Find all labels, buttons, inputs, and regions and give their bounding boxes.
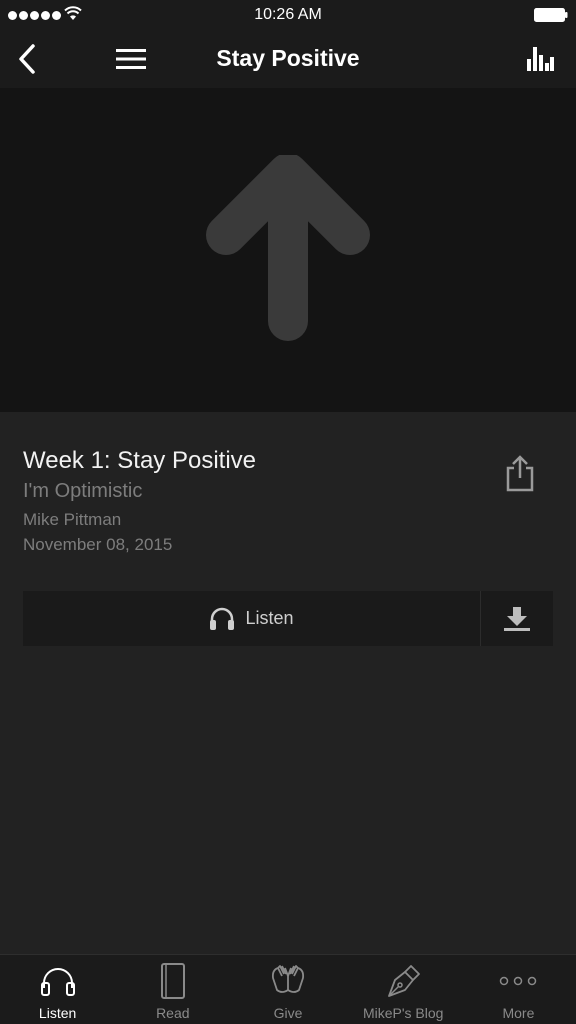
hamburger-menu-icon[interactable] [116, 47, 146, 71]
tab-label: More [502, 1005, 535, 1021]
headphones-icon [210, 607, 235, 630]
status-time: 10:26 AM [254, 6, 322, 23]
download-icon [504, 606, 530, 631]
more-dots-icon [500, 976, 537, 986]
back-chevron-icon[interactable] [14, 42, 40, 76]
episode-details: Week 1: Stay Positive I'm Optimistic Mik… [0, 412, 576, 592]
episode-date: November 08, 2015 [23, 535, 173, 554]
listen-button-label: Listen [245, 608, 294, 628]
action-row: Listen [23, 591, 553, 646]
tab-label: Listen [38, 1005, 77, 1021]
episode-speaker: Mike Pittman [23, 510, 122, 529]
tab-read[interactable]: Read [115, 955, 230, 1024]
episode-artwork [0, 88, 576, 412]
tab-label: Give [273, 1005, 303, 1021]
episode-subtitle: I'm Optimistic [23, 480, 143, 502]
navigation-bar: Stay Positive [0, 30, 576, 88]
page-title: Stay Positive [216, 45, 360, 71]
episode-title: Week 1: Stay Positive [23, 447, 256, 474]
tab-give[interactable]: Give [230, 955, 345, 1024]
status-bar: 10:26 AM [0, 0, 576, 30]
battery-icon [534, 8, 568, 22]
book-icon [160, 963, 185, 999]
tab-bar: Listen Read Give MikeP's Blog More [0, 954, 576, 1024]
bar-chart-icon[interactable] [526, 45, 554, 73]
listen-button[interactable]: Listen [23, 591, 481, 646]
tab-label: MikeP's Blog [362, 1005, 444, 1021]
up-arrow-icon [206, 155, 370, 341]
tab-blog[interactable]: MikeP's Blog [346, 955, 461, 1024]
download-button[interactable] [481, 591, 553, 646]
pen-nib-icon [388, 965, 421, 997]
tab-label: Read [156, 1005, 190, 1021]
tab-more[interactable]: More [461, 955, 576, 1024]
giving-hands-icon [271, 965, 305, 993]
headphones-icon [40, 968, 75, 996]
tab-listen[interactable]: Listen [0, 955, 115, 1024]
share-icon[interactable] [504, 454, 536, 492]
